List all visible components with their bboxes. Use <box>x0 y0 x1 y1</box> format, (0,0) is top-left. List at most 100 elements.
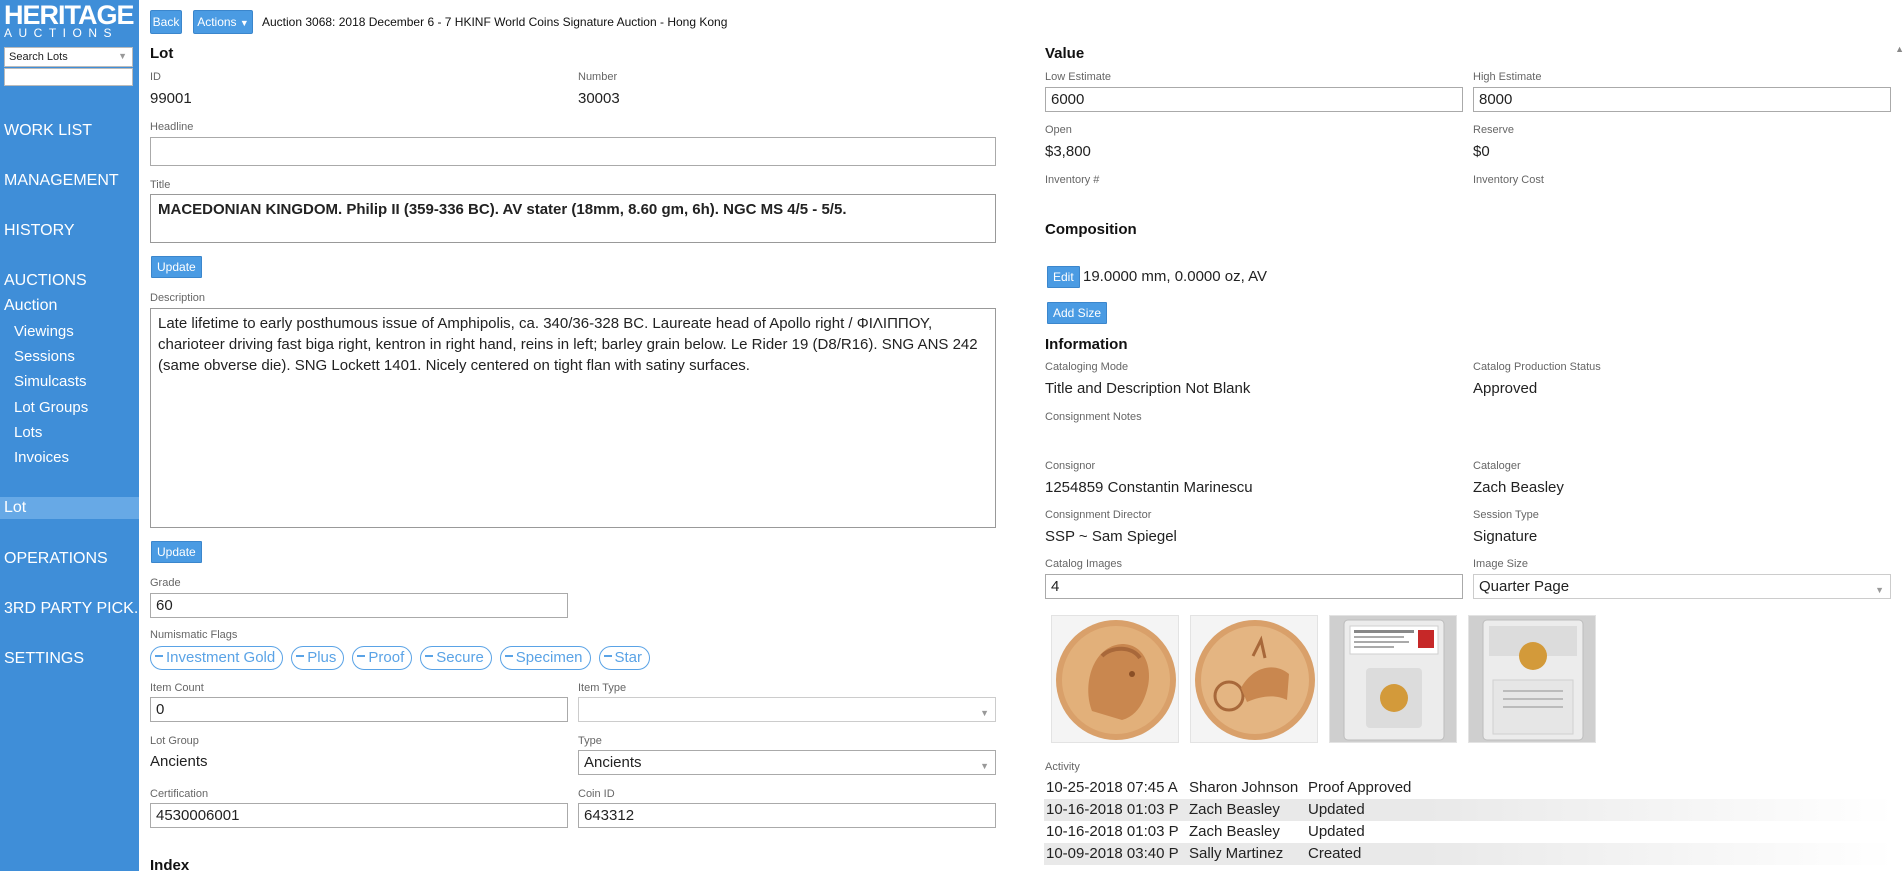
composition-summary: 19.0000 mm, 0.0000 oz, AV <box>1083 268 1268 285</box>
activity-list: 10-25-2018 07:45 A Sharon Johnson Proof … <box>1044 777 1894 865</box>
nav-operations[interactable]: OPERATIONS <box>0 548 139 570</box>
flag-secure[interactable]: Secure <box>420 646 492 670</box>
description-textarea[interactable]: Late lifetime to early posthumous issue … <box>150 308 996 528</box>
nav-auction[interactable]: Auction <box>0 295 139 317</box>
catalog-images-label: Catalog Images <box>1045 558 1123 570</box>
certification-input[interactable]: 4530006001 <box>150 803 568 828</box>
heritage-logo[interactable]: HERITAGE AUCTIONS <box>4 0 136 40</box>
item-type-select[interactable]: ▼ <box>578 697 996 722</box>
nav-invoices[interactable]: Invoices <box>0 447 139 469</box>
headline-label: Headline <box>150 121 194 133</box>
low-estimate-label: Low Estimate <box>1045 71 1112 83</box>
activity-action: Updated <box>1308 823 1365 840</box>
nav-work-list[interactable]: WORK LIST <box>0 120 139 142</box>
nav-lots[interactable]: Lots <box>0 422 139 444</box>
headline-input[interactable] <box>150 137 996 166</box>
minus-icon <box>504 655 513 658</box>
nav-viewings[interactable]: Viewings <box>0 321 139 343</box>
edit-composition-button[interactable]: Edit <box>1047 266 1080 288</box>
nav-sessions[interactable]: Sessions <box>0 346 139 368</box>
chevron-down-icon: ▼ <box>980 708 989 718</box>
type-label: Type <box>578 735 602 747</box>
update-description-button[interactable]: Update <box>151 541 202 563</box>
activity-time: 10-16-2018 01:03 P <box>1046 823 1179 840</box>
cataloger-value: Zach Beasley <box>1473 479 1564 496</box>
nav-history[interactable]: HISTORY <box>0 220 139 242</box>
grade-label: Grade <box>150 577 181 589</box>
catalog-images-input[interactable]: 4 <box>1045 574 1463 599</box>
consignor-label: Consignor <box>1045 460 1096 472</box>
type-select[interactable]: Ancients ▼ <box>578 750 996 775</box>
flags-label: Numismatic Flags <box>150 629 238 641</box>
chevron-down-icon: ▼ <box>980 761 989 771</box>
flag-plus[interactable]: Plus <box>291 646 345 670</box>
title-label: Title <box>150 179 171 191</box>
nav-3rd-party-pick[interactable]: 3RD PARTY PICK... <box>0 598 147 620</box>
scroll-up-icon[interactable]: ▲ <box>1895 44 1904 54</box>
flag-star[interactable]: Star <box>598 646 651 670</box>
actions-dropdown[interactable]: Actions ▼ <box>193 10 253 34</box>
session-type-value: Signature <box>1473 528 1538 545</box>
inventory-cost-label: Inventory Cost <box>1473 174 1544 186</box>
slab-front-image[interactable] <box>1329 615 1457 743</box>
lot-group-label: Lot Group <box>150 735 199 747</box>
image-size-label: Image Size <box>1473 558 1529 570</box>
coin-reverse-image[interactable] <box>1190 615 1318 743</box>
chevron-down-icon: ▼ <box>118 51 127 61</box>
reserve-label: Reserve <box>1473 124 1514 136</box>
actions-label: Actions <box>197 15 237 29</box>
logo-line1: HERITAGE <box>4 0 135 30</box>
sidebar: HERITAGE AUCTIONS Search Lots ▼ WORK LIS… <box>0 0 147 871</box>
lot-group-value: Ancients <box>150 753 208 770</box>
activity-label: Activity <box>1045 761 1080 773</box>
image-size-value: Quarter Page <box>1479 578 1570 595</box>
value-section-title: Value <box>1045 45 1085 62</box>
open-value: $3,800 <box>1045 143 1091 160</box>
logo-line2: AUCTIONS <box>4 26 119 40</box>
flag-investment-gold[interactable]: Investment Gold <box>150 646 284 670</box>
minus-icon <box>296 655 305 658</box>
activity-row: 10-16-2018 01:03 P Zach Beasley Updated <box>1044 799 1894 821</box>
search-type-select[interactable]: Search Lots ▼ <box>4 47 133 67</box>
flag-proof[interactable]: Proof <box>352 646 413 670</box>
certification-label: Certification <box>150 788 209 800</box>
back-button[interactable]: Back <box>150 10 182 34</box>
nav-lot[interactable]: Lot <box>0 497 139 519</box>
activity-row: 10-09-2018 03:40 P Sally Martinez Create… <box>1044 843 1894 865</box>
image-size-select[interactable]: Quarter Page ▼ <box>1473 574 1891 599</box>
catalog-status-value: Approved <box>1473 380 1538 397</box>
high-estimate-input[interactable]: 8000 <box>1473 87 1891 112</box>
chevron-down-icon: ▼ <box>1875 585 1884 595</box>
grade-input[interactable]: 60 <box>150 593 568 618</box>
coin-obverse-image[interactable] <box>1051 615 1179 743</box>
breadcrumb: Auction 3068: 2018 December 6 - 7 HKINF … <box>262 15 728 29</box>
activity-user: Zach Beasley <box>1189 823 1280 840</box>
title-textarea[interactable]: MACEDONIAN KINGDOM. Philip II (359-336 B… <box>150 194 996 243</box>
activity-row: 10-25-2018 07:45 A Sharon Johnson Proof … <box>1044 777 1894 799</box>
id-label: ID <box>150 71 161 83</box>
low-estimate-input[interactable]: 6000 <box>1045 87 1463 112</box>
activity-time: 10-16-2018 01:03 P <box>1046 801 1179 818</box>
item-count-label: Item Count <box>150 682 204 694</box>
add-size-button[interactable]: Add Size <box>1047 302 1108 324</box>
coin-id-input[interactable]: 643312 <box>578 803 996 828</box>
item-count-input[interactable]: 0 <box>150 697 568 722</box>
nav-settings[interactable]: SETTINGS <box>0 648 139 670</box>
high-estimate-label: High Estimate <box>1473 71 1542 83</box>
nav-lot-groups[interactable]: Lot Groups <box>0 397 139 419</box>
search-input[interactable] <box>4 68 133 86</box>
consignment-director-label: Consignment Director <box>1045 509 1152 521</box>
nav-management[interactable]: MANAGEMENT <box>0 170 139 192</box>
information-section-title: Information <box>1045 336 1128 353</box>
composition-section-title: Composition <box>1045 221 1137 238</box>
consignor-value[interactable]: 1254859 Constantin Marinescu <box>1045 479 1253 496</box>
minus-icon <box>357 655 366 658</box>
activity-time: 10-09-2018 03:40 P <box>1046 845 1179 862</box>
nav-auctions[interactable]: AUCTIONS <box>0 270 139 292</box>
nav-simulcasts[interactable]: Simulcasts <box>0 371 139 393</box>
activity-user: Sally Martinez <box>1189 845 1284 862</box>
update-title-button[interactable]: Update <box>151 256 202 278</box>
catalog-status-label: Catalog Production Status <box>1473 361 1601 373</box>
flag-specimen[interactable]: Specimen <box>499 646 591 670</box>
slab-back-image[interactable] <box>1468 615 1596 743</box>
